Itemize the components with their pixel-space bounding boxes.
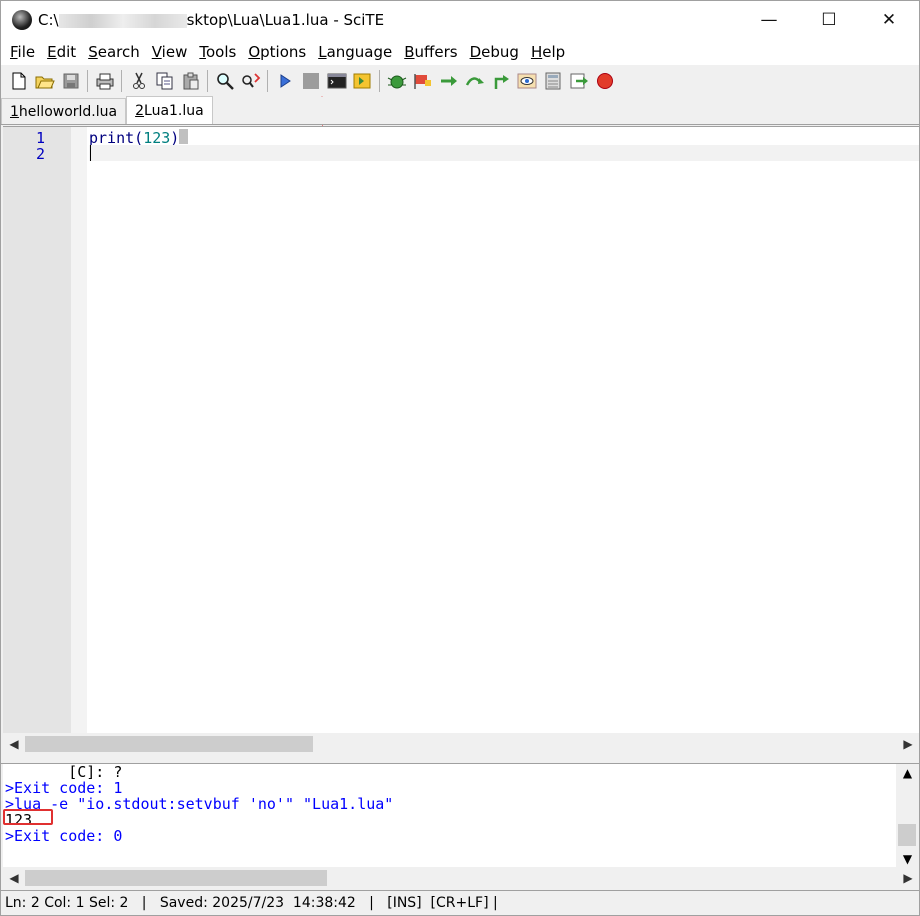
scroll-up-icon[interactable]: ▲ bbox=[896, 766, 919, 780]
copy-icon[interactable] bbox=[153, 70, 176, 93]
toolbar-separator bbox=[379, 70, 380, 92]
end-of-line-marker bbox=[179, 129, 189, 144]
tab-lua1[interactable]: 2 Lua1.lua bbox=[126, 96, 213, 124]
toolbar-separator bbox=[207, 70, 208, 92]
output-line: >Exit code: 1 bbox=[5, 779, 123, 797]
output-line: 123 bbox=[5, 811, 33, 829]
stop-icon[interactable] bbox=[299, 70, 322, 93]
menu-edit[interactable]: Edit bbox=[41, 43, 82, 61]
run-icon[interactable] bbox=[273, 70, 296, 93]
menu-language[interactable]: Language bbox=[312, 43, 398, 61]
scroll-thumb[interactable] bbox=[25, 870, 327, 886]
output-horizontal-scrollbar[interactable]: ◀ ▶ bbox=[3, 867, 919, 889]
line-number-gutter bbox=[3, 127, 71, 733]
find-icon[interactable] bbox=[213, 70, 236, 93]
calculator-icon[interactable] bbox=[541, 70, 564, 93]
menu-options[interactable]: Options bbox=[242, 43, 312, 61]
minimize-button[interactable]: — bbox=[739, 1, 799, 39]
output-line: >lua -e "io.stdout:setvbuf 'no'" "Lua1.l… bbox=[5, 795, 394, 813]
output-vertical-scrollbar[interactable]: ▲ ▼ bbox=[896, 764, 919, 868]
toolbar-separator bbox=[121, 70, 122, 92]
output-line: >Exit code: 0 bbox=[5, 827, 123, 845]
scroll-thumb[interactable] bbox=[25, 736, 313, 752]
watch-eye-icon[interactable] bbox=[515, 70, 538, 93]
window-title: C:\ sktop\Lua\Lua1.lua - SciTE bbox=[38, 11, 385, 29]
step-over-arrow-icon[interactable] bbox=[437, 70, 460, 93]
menu-tools[interactable]: Tools bbox=[193, 43, 242, 61]
build-icon[interactable] bbox=[351, 70, 374, 93]
scroll-right-icon[interactable]: ▶ bbox=[897, 737, 919, 751]
code-line: 1 print(123) bbox=[3, 129, 919, 147]
text-caret bbox=[90, 145, 91, 161]
menu-bar: File Edit Search View Tools Options Lang… bbox=[1, 39, 919, 65]
breakpoint-flag-icon[interactable] bbox=[411, 70, 434, 93]
buffer-tabs: 1 helloworld.lua 2 Lua1.lua bbox=[1, 96, 919, 125]
scite-app-icon bbox=[12, 10, 32, 30]
current-line-highlight bbox=[89, 145, 919, 161]
menu-view[interactable]: View bbox=[146, 43, 194, 61]
scroll-left-icon[interactable]: ◀ bbox=[3, 737, 25, 751]
save-icon[interactable] bbox=[59, 70, 82, 93]
step-into-icon[interactable] bbox=[463, 70, 486, 93]
menu-buffers[interactable]: Buffers bbox=[398, 43, 463, 61]
print-icon[interactable] bbox=[93, 70, 116, 93]
output-pane[interactable]: [C]: ? >Exit code: 1 >lua -e "io.stdout:… bbox=[3, 764, 896, 868]
editor-horizontal-scrollbar[interactable]: ◀ ▶ bbox=[3, 733, 919, 755]
toolbar-separator bbox=[267, 70, 268, 92]
fold-margin bbox=[71, 127, 87, 733]
cut-icon[interactable] bbox=[127, 70, 150, 93]
title-bar: C:\ sktop\Lua\Lua1.lua - SciTE — ☐ ✕ bbox=[1, 1, 919, 39]
menu-debug[interactable]: Debug bbox=[464, 43, 525, 61]
status-bar: Ln: 2 Col: 1 Sel: 2 | Saved: 2025/7/23 1… bbox=[1, 890, 919, 915]
menu-file[interactable]: File bbox=[4, 43, 41, 61]
redacted-path bbox=[58, 13, 187, 28]
menu-help[interactable]: Help bbox=[525, 43, 571, 61]
debug-bug-icon[interactable] bbox=[385, 70, 408, 93]
scroll-down-icon[interactable]: ▼ bbox=[896, 852, 919, 866]
scroll-thumb[interactable] bbox=[898, 824, 916, 846]
menu-search[interactable]: Search bbox=[82, 43, 146, 61]
scroll-right-icon[interactable]: ▶ bbox=[897, 871, 919, 885]
export-icon[interactable] bbox=[567, 70, 590, 93]
pane-splitter[interactable] bbox=[1, 756, 919, 764]
result-highlight-box bbox=[3, 809, 53, 825]
step-out-icon[interactable] bbox=[489, 70, 512, 93]
maximize-button[interactable]: ☐ bbox=[799, 1, 859, 39]
line-number: 2 bbox=[35, 145, 45, 163]
tab-helloworld[interactable]: 1 helloworld.lua bbox=[1, 98, 127, 124]
new-file-icon[interactable] bbox=[7, 70, 30, 93]
replace-icon[interactable] bbox=[239, 70, 262, 93]
toolbar bbox=[1, 65, 919, 97]
output-line: [C]: ? bbox=[5, 764, 123, 781]
record-icon[interactable] bbox=[593, 70, 616, 93]
code-line: 2 bbox=[3, 145, 919, 163]
paste-icon[interactable] bbox=[179, 70, 202, 93]
terminal-icon[interactable] bbox=[325, 70, 348, 93]
scroll-left-icon[interactable]: ◀ bbox=[3, 871, 25, 885]
scite-window: C:\ sktop\Lua\Lua1.lua - SciTE — ☐ ✕ File… bbox=[0, 0, 920, 916]
code-editor[interactable]: 1 print(123) 2 bbox=[3, 126, 919, 733]
close-button[interactable]: ✕ bbox=[859, 1, 919, 39]
toolbar-separator bbox=[87, 70, 88, 92]
open-folder-icon[interactable] bbox=[33, 70, 56, 93]
